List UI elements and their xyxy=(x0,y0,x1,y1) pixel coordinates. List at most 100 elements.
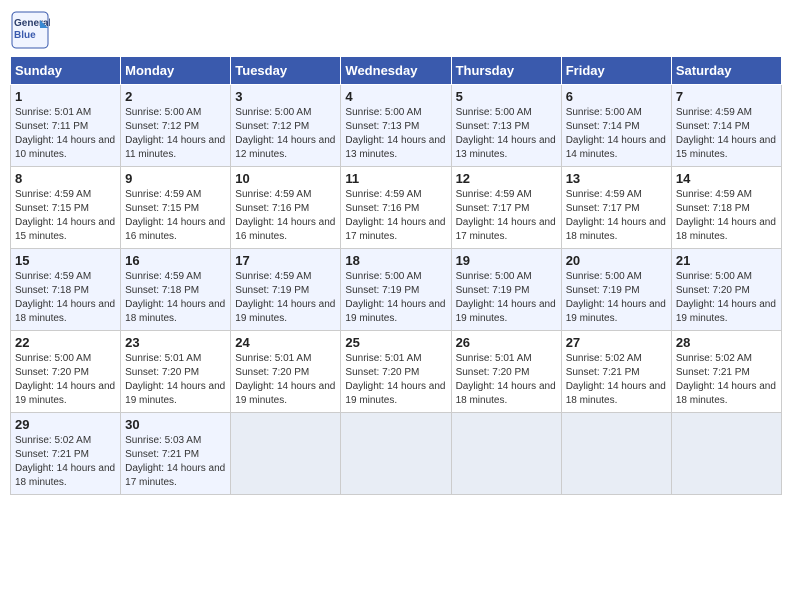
col-header-tuesday: Tuesday xyxy=(231,57,341,85)
sunset-info: Sunset: 7:21 PM xyxy=(125,449,199,460)
day-number: 6 xyxy=(566,89,667,104)
sunset-info: Sunset: 7:17 PM xyxy=(456,203,530,214)
sunset-info: Sunset: 7:20 PM xyxy=(15,367,89,378)
daylight-info: Daylight: 14 hours and 19 minutes. xyxy=(345,299,445,324)
sunrise-info: Sunrise: 5:03 AM xyxy=(125,435,201,446)
day-number: 1 xyxy=(15,89,116,104)
daylight-info: Daylight: 14 hours and 18 minutes. xyxy=(15,299,115,324)
calendar-cell: 28 Sunrise: 5:02 AM Sunset: 7:21 PM Dayl… xyxy=(671,331,781,413)
sunrise-info: Sunrise: 4:59 AM xyxy=(566,189,642,200)
logo: General Blue xyxy=(10,10,52,48)
calendar-cell: 26 Sunrise: 5:01 AM Sunset: 7:20 PM Dayl… xyxy=(451,331,561,413)
calendar-cell: 12 Sunrise: 4:59 AM Sunset: 7:17 PM Dayl… xyxy=(451,167,561,249)
sunrise-info: Sunrise: 5:01 AM xyxy=(345,353,421,364)
sunset-info: Sunset: 7:14 PM xyxy=(676,121,750,132)
calendar-cell: 14 Sunrise: 4:59 AM Sunset: 7:18 PM Dayl… xyxy=(671,167,781,249)
col-header-sunday: Sunday xyxy=(11,57,121,85)
sunset-info: Sunset: 7:20 PM xyxy=(345,367,419,378)
day-number: 13 xyxy=(566,171,667,186)
daylight-info: Daylight: 14 hours and 18 minutes. xyxy=(125,299,225,324)
daylight-info: Daylight: 14 hours and 19 minutes. xyxy=(566,299,666,324)
calendar-cell: 20 Sunrise: 5:00 AM Sunset: 7:19 PM Dayl… xyxy=(561,249,671,331)
sunrise-info: Sunrise: 5:00 AM xyxy=(125,107,201,118)
daylight-info: Daylight: 14 hours and 19 minutes. xyxy=(456,299,556,324)
day-number: 12 xyxy=(456,171,557,186)
daylight-info: Daylight: 14 hours and 19 minutes. xyxy=(15,381,115,406)
daylight-info: Daylight: 14 hours and 10 minutes. xyxy=(15,135,115,160)
sunrise-info: Sunrise: 5:00 AM xyxy=(345,107,421,118)
sunrise-info: Sunrise: 4:59 AM xyxy=(676,107,752,118)
sunset-info: Sunset: 7:18 PM xyxy=(125,285,199,296)
day-number: 21 xyxy=(676,253,777,268)
sunset-info: Sunset: 7:19 PM xyxy=(235,285,309,296)
daylight-info: Daylight: 14 hours and 15 minutes. xyxy=(676,135,776,160)
calendar-cell: 19 Sunrise: 5:00 AM Sunset: 7:19 PM Dayl… xyxy=(451,249,561,331)
calendar-cell: 15 Sunrise: 4:59 AM Sunset: 7:18 PM Dayl… xyxy=(11,249,121,331)
sunset-info: Sunset: 7:19 PM xyxy=(566,285,640,296)
sunrise-info: Sunrise: 5:01 AM xyxy=(456,353,532,364)
sunset-info: Sunset: 7:20 PM xyxy=(125,367,199,378)
calendar-cell: 13 Sunrise: 4:59 AM Sunset: 7:17 PM Dayl… xyxy=(561,167,671,249)
calendar-cell: 9 Sunrise: 4:59 AM Sunset: 7:15 PM Dayli… xyxy=(121,167,231,249)
sunrise-info: Sunrise: 5:01 AM xyxy=(15,107,91,118)
day-number: 20 xyxy=(566,253,667,268)
sunrise-info: Sunrise: 4:59 AM xyxy=(15,271,91,282)
col-header-saturday: Saturday xyxy=(671,57,781,85)
sunrise-info: Sunrise: 5:02 AM xyxy=(676,353,752,364)
day-number: 27 xyxy=(566,335,667,350)
sunset-info: Sunset: 7:20 PM xyxy=(456,367,530,378)
day-number: 7 xyxy=(676,89,777,104)
day-number: 26 xyxy=(456,335,557,350)
day-number: 25 xyxy=(345,335,446,350)
day-number: 30 xyxy=(125,417,226,432)
daylight-info: Daylight: 14 hours and 19 minutes. xyxy=(676,299,776,324)
svg-text:Blue: Blue xyxy=(14,30,36,41)
calendar-cell: 29 Sunrise: 5:02 AM Sunset: 7:21 PM Dayl… xyxy=(11,413,121,495)
calendar-cell xyxy=(341,413,451,495)
day-number: 8 xyxy=(15,171,116,186)
sunrise-info: Sunrise: 5:00 AM xyxy=(456,107,532,118)
daylight-info: Daylight: 14 hours and 12 minutes. xyxy=(235,135,335,160)
sunrise-info: Sunrise: 5:00 AM xyxy=(456,271,532,282)
sunrise-info: Sunrise: 4:59 AM xyxy=(676,189,752,200)
daylight-info: Daylight: 14 hours and 18 minutes. xyxy=(15,463,115,488)
col-header-friday: Friday xyxy=(561,57,671,85)
sunrise-info: Sunrise: 5:00 AM xyxy=(676,271,752,282)
day-number: 9 xyxy=(125,171,226,186)
daylight-info: Daylight: 14 hours and 18 minutes. xyxy=(676,381,776,406)
daylight-info: Daylight: 14 hours and 19 minutes. xyxy=(235,299,335,324)
sunset-info: Sunset: 7:12 PM xyxy=(125,121,199,132)
sunrise-info: Sunrise: 5:02 AM xyxy=(566,353,642,364)
day-number: 19 xyxy=(456,253,557,268)
sunset-info: Sunset: 7:13 PM xyxy=(456,121,530,132)
day-number: 16 xyxy=(125,253,226,268)
calendar-cell: 3 Sunrise: 5:00 AM Sunset: 7:12 PM Dayli… xyxy=(231,85,341,167)
daylight-info: Daylight: 14 hours and 13 minutes. xyxy=(345,135,445,160)
calendar-cell xyxy=(231,413,341,495)
day-number: 3 xyxy=(235,89,336,104)
calendar-cell: 23 Sunrise: 5:01 AM Sunset: 7:20 PM Dayl… xyxy=(121,331,231,413)
sunset-info: Sunset: 7:21 PM xyxy=(15,449,89,460)
sunset-info: Sunset: 7:13 PM xyxy=(345,121,419,132)
daylight-info: Daylight: 14 hours and 18 minutes. xyxy=(676,217,776,242)
calendar-cell: 24 Sunrise: 5:01 AM Sunset: 7:20 PM Dayl… xyxy=(231,331,341,413)
daylight-info: Daylight: 14 hours and 14 minutes. xyxy=(566,135,666,160)
daylight-info: Daylight: 14 hours and 18 minutes. xyxy=(566,381,666,406)
day-number: 18 xyxy=(345,253,446,268)
calendar-cell: 10 Sunrise: 4:59 AM Sunset: 7:16 PM Dayl… xyxy=(231,167,341,249)
calendar-cell: 22 Sunrise: 5:00 AM Sunset: 7:20 PM Dayl… xyxy=(11,331,121,413)
daylight-info: Daylight: 14 hours and 16 minutes. xyxy=(125,217,225,242)
calendar-cell: 2 Sunrise: 5:00 AM Sunset: 7:12 PM Dayli… xyxy=(121,85,231,167)
sunset-info: Sunset: 7:18 PM xyxy=(676,203,750,214)
calendar-cell: 18 Sunrise: 5:00 AM Sunset: 7:19 PM Dayl… xyxy=(341,249,451,331)
daylight-info: Daylight: 14 hours and 18 minutes. xyxy=(566,217,666,242)
sunset-info: Sunset: 7:14 PM xyxy=(566,121,640,132)
calendar-cell xyxy=(671,413,781,495)
sunset-info: Sunset: 7:11 PM xyxy=(15,121,88,132)
day-number: 4 xyxy=(345,89,446,104)
sunrise-info: Sunrise: 5:02 AM xyxy=(15,435,91,446)
calendar-cell xyxy=(451,413,561,495)
daylight-info: Daylight: 14 hours and 17 minutes. xyxy=(345,217,445,242)
sunset-info: Sunset: 7:20 PM xyxy=(235,367,309,378)
sunrise-info: Sunrise: 4:59 AM xyxy=(235,271,311,282)
